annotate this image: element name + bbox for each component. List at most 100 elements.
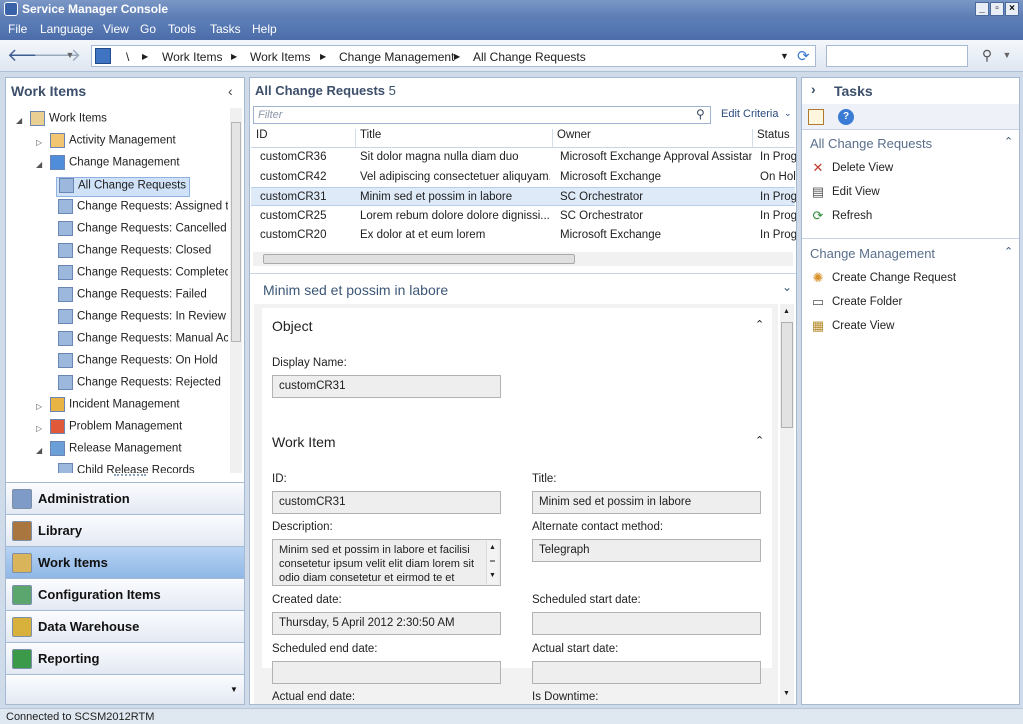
breadcrumb-item[interactable]: All Change Requests bbox=[473, 50, 586, 64]
tree-item[interactable]: All Change Requests bbox=[56, 177, 191, 197]
scheduled-start-field[interactable] bbox=[532, 612, 761, 635]
tree-item[interactable]: Problem Management bbox=[48, 419, 185, 439]
scheduled-end-field[interactable] bbox=[272, 661, 501, 684]
tree-item[interactable]: Change Requests: Manual Activi bbox=[56, 331, 228, 351]
table-row[interactable]: customCR42 Vel adipiscing consectetuer al… bbox=[251, 168, 796, 187]
grid-horizontal-scrollbar[interactable] bbox=[253, 252, 793, 266]
tree-item[interactable]: Release Management bbox=[48, 441, 185, 461]
scroll-up-icon[interactable]: ▲ bbox=[783, 308, 790, 315]
filter-input[interactable]: Filter ⚲ bbox=[253, 106, 711, 124]
task-edit-view[interactable]: ▤ Edit View bbox=[810, 184, 880, 204]
address-bar[interactable]: \ ▶ Work Items ▶ Work Items ▶ Change Man… bbox=[91, 45, 816, 67]
menu-go[interactable]: Go bbox=[140, 22, 156, 36]
search-dropdown-icon[interactable]: ▼ bbox=[996, 46, 1018, 66]
expand-arrow-icon[interactable]: ▷ bbox=[36, 138, 42, 147]
wunderbar-library[interactable]: Library bbox=[6, 514, 244, 546]
tree-item[interactable]: Change Requests: Assigned to N bbox=[56, 199, 228, 219]
collapse-group-icon[interactable]: ⌃ bbox=[1004, 245, 1013, 258]
breadcrumb-item[interactable]: Change Management bbox=[339, 50, 454, 64]
menu-language[interactable]: Language bbox=[40, 22, 93, 36]
breadcrumb-item[interactable]: Work Items bbox=[250, 50, 310, 64]
scrollbar-thumb[interactable] bbox=[781, 322, 793, 428]
collapse-arrow-icon[interactable]: ◢ bbox=[36, 160, 42, 169]
collapse-work-item-icon[interactable]: ⌃ bbox=[755, 434, 764, 447]
id-field[interactable]: customCR31 bbox=[272, 491, 501, 514]
details-scrollbar[interactable]: ▲ ▼ bbox=[780, 304, 794, 704]
description-field[interactable]: Minim sed et possim in labore et facilis… bbox=[272, 539, 501, 586]
tree-item[interactable]: Child Release Records bbox=[56, 463, 198, 473]
collapse-pane-icon[interactable]: ‹ bbox=[228, 83, 233, 99]
forward-icon[interactable]: 🡒 bbox=[33, 46, 81, 66]
collapse-details-icon[interactable]: ⌄ bbox=[782, 280, 792, 294]
menu-tasks[interactable]: Tasks bbox=[210, 22, 241, 36]
history-dropdown-icon[interactable]: ▼ bbox=[59, 46, 81, 66]
actual-start-field[interactable] bbox=[532, 661, 761, 684]
table-row[interactable]: customCR25 Lorem rebum dolore dolore dign… bbox=[251, 207, 796, 226]
tree-item[interactable]: Change Requests: Rejected bbox=[56, 375, 224, 395]
expand-tasks-icon[interactable]: › bbox=[811, 81, 816, 97]
tree-item[interactable]: Change Requests: Completed bbox=[56, 265, 228, 285]
breadcrumb-item[interactable]: Work Items bbox=[162, 50, 222, 64]
search-input[interactable] bbox=[826, 45, 968, 67]
menu-file[interactable]: File bbox=[8, 22, 27, 36]
task-delete-view[interactable]: ✕ Delete View bbox=[810, 160, 894, 180]
description-scrollbar[interactable]: ▲ ═ ▼ bbox=[486, 541, 498, 584]
tasks-tab-icon[interactable] bbox=[808, 109, 824, 125]
column-header-owner[interactable]: Owner bbox=[552, 129, 591, 147]
column-header-title[interactable]: Title bbox=[355, 129, 381, 147]
wunderbar-configuration-items[interactable]: Configuration Items bbox=[6, 578, 244, 610]
scroll-down-icon[interactable]: ▼ bbox=[783, 690, 790, 697]
title-field[interactable]: Minim sed et possim in labore bbox=[532, 491, 761, 514]
tree-item[interactable]: Change Requests: Failed bbox=[56, 287, 210, 307]
menu-tools[interactable]: Tools bbox=[168, 22, 196, 36]
task-create-change-request[interactable]: ✺ Create Change Request bbox=[810, 270, 956, 290]
breadcrumb-root[interactable]: \ bbox=[126, 50, 129, 64]
search-icon[interactable]: ⚲ bbox=[696, 107, 705, 121]
task-create-folder[interactable]: ▭ Create Folder bbox=[810, 294, 902, 314]
table-row[interactable]: customCR31 Minim sed et possim in labore S… bbox=[251, 187, 796, 206]
splitter-grip[interactable] bbox=[114, 474, 146, 476]
tree-item[interactable]: Incident Management bbox=[48, 397, 183, 417]
tree-item[interactable]: Change Requests: Cancelled bbox=[56, 221, 228, 241]
wunderbar-administration[interactable]: Administration bbox=[6, 482, 244, 514]
tree-item[interactable]: Work Items bbox=[28, 111, 110, 131]
menu-help[interactable]: Help bbox=[252, 22, 277, 36]
collapse-object-icon[interactable]: ⌃ bbox=[755, 318, 764, 331]
wunderbar-overflow-icon[interactable]: ▼ bbox=[230, 685, 238, 694]
tree-item[interactable]: Change Management bbox=[48, 155, 183, 175]
table-row[interactable]: customCR20 Ex dolor at et eum lorem Micros… bbox=[251, 226, 796, 245]
collapse-arrow-icon[interactable]: ◢ bbox=[36, 446, 42, 455]
tree-item[interactable]: Change Requests: In Review bbox=[56, 309, 228, 329]
refresh-icon[interactable]: ⟳ bbox=[797, 47, 810, 65]
task-refresh[interactable]: ⟳ Refresh bbox=[810, 208, 873, 228]
tree-item[interactable]: Activity Management bbox=[48, 133, 179, 153]
minimize-button[interactable]: _ bbox=[975, 2, 989, 16]
column-header-status[interactable]: Status bbox=[752, 129, 790, 147]
menu-view[interactable]: View bbox=[103, 22, 129, 36]
alternate-contact-field[interactable]: Telegraph bbox=[532, 539, 761, 562]
address-dropdown-icon[interactable]: ▼ bbox=[780, 51, 789, 61]
scrollbar-thumb[interactable] bbox=[231, 122, 241, 342]
table-row[interactable]: customCR36 Sit dolor magna nulla diam duo… bbox=[251, 148, 796, 167]
chevron-down-icon[interactable]: ⌄ bbox=[784, 108, 792, 119]
edit-criteria-link[interactable]: Edit Criteria bbox=[721, 108, 778, 120]
wunderbar-reporting[interactable]: Reporting bbox=[6, 642, 244, 674]
close-button[interactable]: × bbox=[1005, 2, 1019, 16]
wunderbar-data-warehouse[interactable]: Data Warehouse bbox=[6, 610, 244, 642]
display-name-field[interactable]: customCR31 bbox=[272, 375, 501, 398]
help-icon[interactable]: ? bbox=[838, 109, 854, 125]
wunderbar-work-items[interactable]: Work Items bbox=[6, 546, 244, 578]
tree-item[interactable]: Change Requests: On Hold bbox=[56, 353, 221, 373]
search-icon[interactable]: ⚲ bbox=[976, 46, 998, 66]
expand-arrow-icon[interactable]: ▷ bbox=[36, 424, 42, 433]
collapse-group-icon[interactable]: ⌃ bbox=[1004, 135, 1013, 148]
scrollbar-thumb[interactable] bbox=[263, 254, 575, 264]
tree-item[interactable]: Change Requests: Closed bbox=[56, 243, 214, 263]
expand-arrow-icon[interactable]: ▷ bbox=[36, 402, 42, 411]
task-create-view[interactable]: ▦ Create View bbox=[810, 318, 895, 338]
collapse-arrow-icon[interactable]: ◢ bbox=[16, 116, 22, 125]
created-date-field[interactable]: Thursday, 5 April 2012 2:30:50 AM bbox=[272, 612, 501, 635]
back-icon[interactable]: 🡐 bbox=[7, 46, 55, 66]
maximize-button[interactable]: ▫ bbox=[990, 2, 1004, 16]
column-header-id[interactable]: ID bbox=[256, 129, 268, 141]
